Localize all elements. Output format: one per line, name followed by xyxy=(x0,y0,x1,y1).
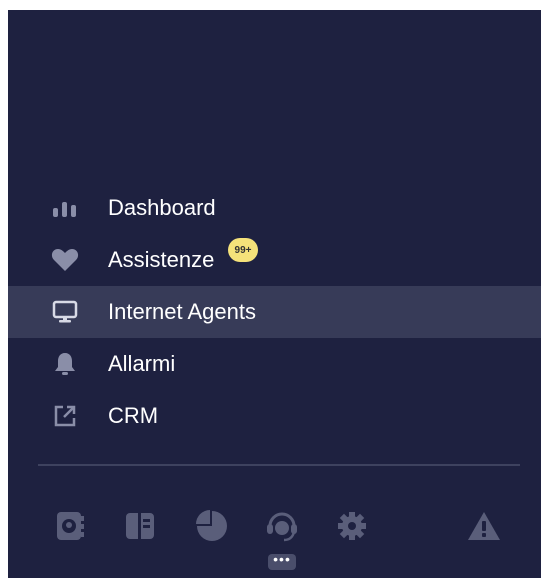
sidebar-item-internet-agents[interactable]: Internet Agents xyxy=(8,286,541,338)
notification-count-badge: 99+ xyxy=(228,238,258,262)
sidebar-item-dashboard[interactable]: Dashboard xyxy=(8,182,541,234)
contact-book-icon[interactable] xyxy=(52,508,88,544)
sidebar-divider xyxy=(38,464,520,466)
more-options-button[interactable]: ••• xyxy=(268,552,296,570)
sidebar-panel: Dashboard Assistenze 99+ Internet Agents xyxy=(8,10,541,578)
pie-chart-icon[interactable] xyxy=(194,508,230,544)
sidebar-item-assistenze[interactable]: Assistenze 99+ xyxy=(8,234,541,286)
sidebar-item-label: Allarmi xyxy=(108,351,176,376)
sidebar-item-label: CRM xyxy=(108,403,159,428)
bell-icon xyxy=(50,349,80,379)
book-icon[interactable] xyxy=(122,508,158,544)
sidebar-item-label: Assistenze xyxy=(108,247,215,272)
sidebar-item-label: Internet Agents xyxy=(108,299,256,324)
sidebar-nav: Dashboard Assistenze 99+ Internet Agents xyxy=(8,182,541,442)
warning-icon[interactable] xyxy=(466,508,502,544)
monitor-icon xyxy=(50,297,80,327)
gear-icon[interactable] xyxy=(334,508,370,544)
headset-agent-icon[interactable] xyxy=(264,508,300,544)
heart-icon xyxy=(50,245,80,275)
sidebar-item-label: Dashboard xyxy=(108,195,216,220)
sidebar-item-allarmi[interactable]: Allarmi xyxy=(8,338,541,390)
external-link-icon xyxy=(50,401,80,431)
sidebar-item-crm[interactable]: CRM xyxy=(8,390,541,442)
sidebar-toolbar xyxy=(8,508,541,548)
bar-chart-icon xyxy=(50,193,80,223)
